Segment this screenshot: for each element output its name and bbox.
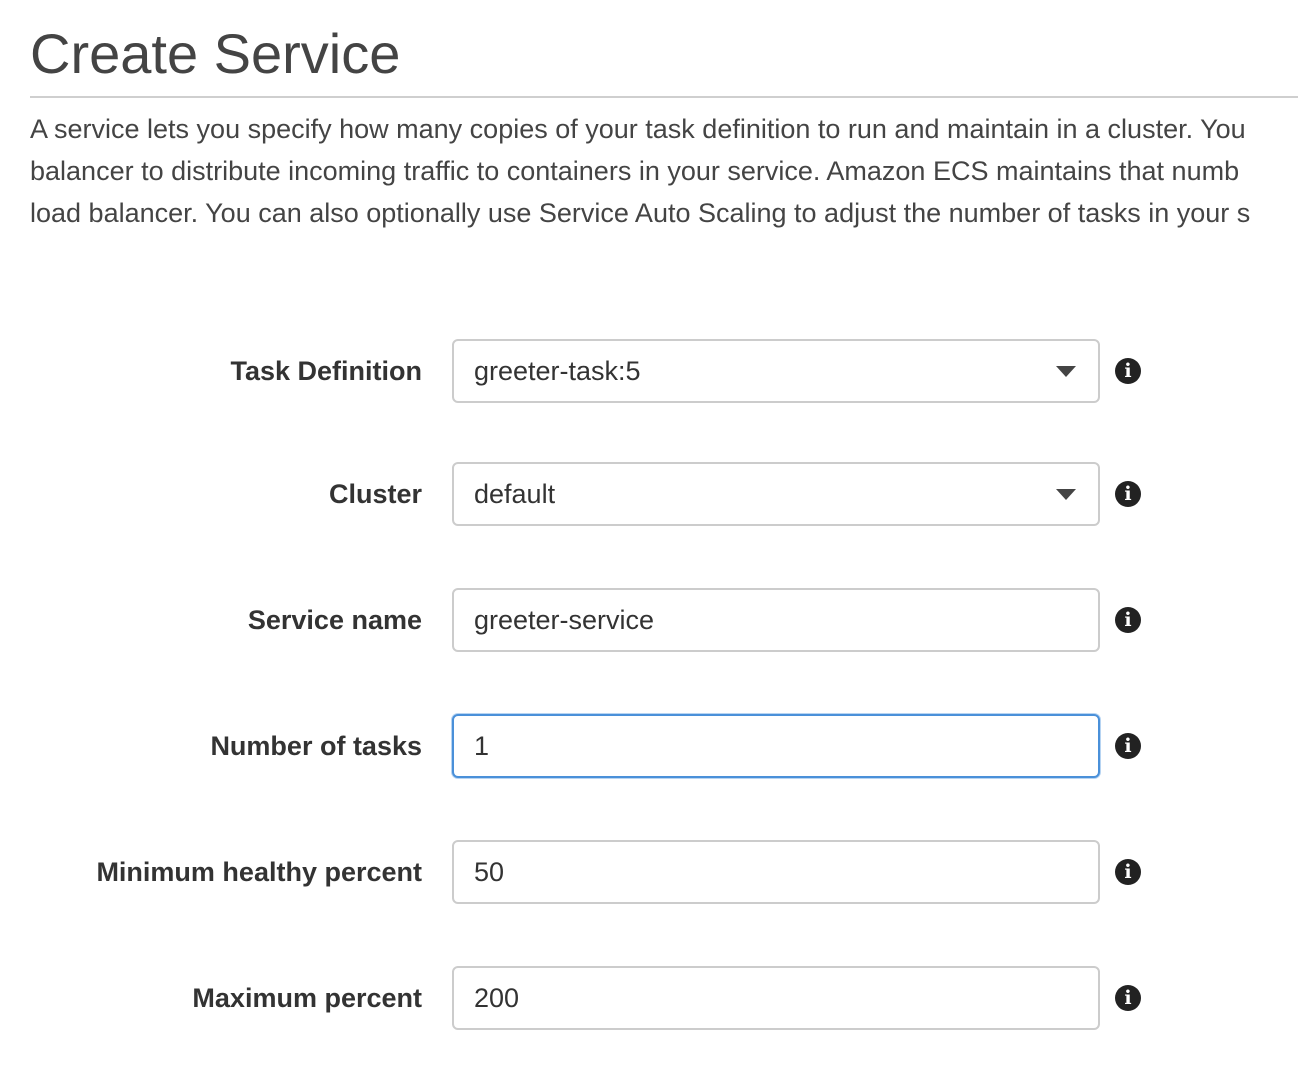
task-definition-value: greeter-task:5 <box>474 356 641 386</box>
info-icon[interactable]: i <box>1115 733 1141 759</box>
task-definition-label: Task Definition <box>230 356 422 386</box>
minimum-healthy-percent-label: Minimum healthy percent <box>96 857 422 887</box>
info-icon[interactable]: i <box>1115 481 1141 507</box>
number-of-tasks-label: Number of tasks <box>210 731 422 761</box>
caret-down-icon <box>1056 488 1076 500</box>
minimum-healthy-percent-row: Minimum healthy percent i <box>0 840 1298 904</box>
service-name-input[interactable] <box>452 588 1100 652</box>
description-line: balancer to distribute incoming traffic … <box>30 156 1240 186</box>
cluster-label: Cluster <box>328 479 422 509</box>
task-definition-row: Task Definition greeter-task:5 i <box>0 339 1298 403</box>
caret-down-icon <box>1056 365 1076 377</box>
task-definition-select[interactable]: greeter-task:5 <box>452 339 1100 403</box>
cluster-select[interactable]: default <box>452 462 1100 526</box>
page-description: A service lets you specify how many copi… <box>30 108 1298 234</box>
number-of-tasks-row: Number of tasks i <box>0 714 1298 778</box>
service-name-row: Service name i <box>0 588 1298 652</box>
maximum-percent-input[interactable] <box>452 966 1100 1030</box>
service-name-label: Service name <box>247 605 422 635</box>
maximum-percent-row: Maximum percent i <box>0 966 1298 1030</box>
number-of-tasks-input[interactable] <box>452 714 1100 778</box>
info-icon[interactable]: i <box>1115 358 1141 384</box>
description-line: load balancer. You can also optionally u… <box>30 198 1251 228</box>
info-icon[interactable]: i <box>1115 607 1141 633</box>
description-line: A service lets you specify how many copi… <box>30 114 1246 144</box>
info-icon[interactable]: i <box>1115 859 1141 885</box>
minimum-healthy-percent-input[interactable] <box>452 840 1100 904</box>
title-divider <box>30 96 1298 98</box>
maximum-percent-label: Maximum percent <box>192 983 422 1013</box>
cluster-value: default <box>474 479 556 509</box>
cluster-row: Cluster default i <box>0 462 1298 526</box>
info-icon[interactable]: i <box>1115 985 1141 1011</box>
page-title: Create Service <box>30 22 401 85</box>
